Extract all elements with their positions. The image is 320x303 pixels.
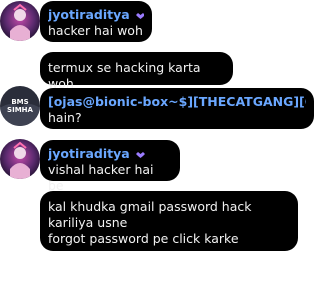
message-text: kal khudka gmail password hack kariliya …: [48, 199, 252, 246]
message-text: hacker hai woh: [48, 23, 143, 38]
message-bubble[interactable]: jyotiraditya hacker hai woh: [40, 1, 152, 42]
avatar-jyotiraditya[interactable]: [0, 1, 40, 41]
message-text: vishal hacker hai be: [48, 162, 158, 193]
avatar-jyotiraditya[interactable]: [0, 139, 40, 179]
sender-header: jyotiraditya: [48, 145, 172, 162]
sender-header: jyotiraditya: [48, 6, 144, 23]
sender-name[interactable]: [ojas@bionic-box~$][THECATGANG][CYGNU...: [48, 94, 306, 109]
sender-header: [ojas@bionic-box~$][THECATGANG][CYGNU...: [48, 93, 306, 110]
message-bubble[interactable]: termux se hacking karta woh: [40, 52, 233, 91]
verified-badge-icon: [135, 145, 146, 162]
message-bubble[interactable]: [ojas@bionic-box~$][THECATGANG][CYGNU...…: [40, 88, 314, 129]
verified-badge-icon: [135, 6, 144, 23]
message-bubble[interactable]: jyotiraditya vishal hacker hai be: [40, 140, 180, 193]
svg-text:BMS: BMS: [11, 98, 28, 106]
sender-name[interactable]: jyotiraditya: [48, 146, 130, 161]
message-text: hain?: [48, 110, 82, 125]
avatar-ojas[interactable]: BMS SIMHA: [0, 86, 40, 126]
sender-name[interactable]: jyotiraditya: [48, 7, 130, 22]
svg-text:SIMHA: SIMHA: [7, 106, 33, 114]
message-bubble[interactable]: kal khudka gmail password hack kariliya …: [40, 191, 298, 251]
